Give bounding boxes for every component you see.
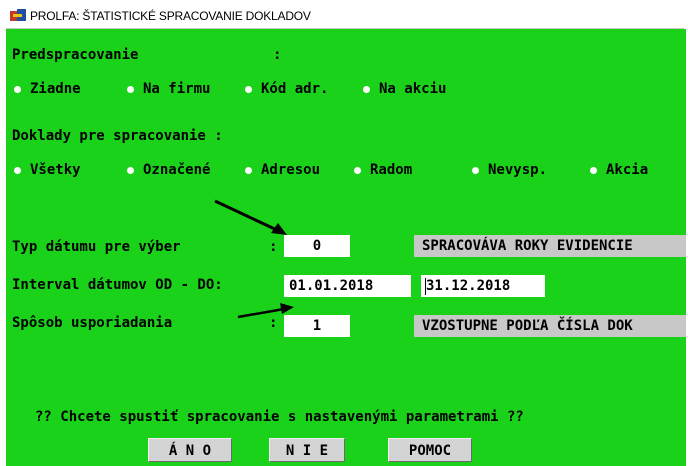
help-button[interactable]: POMOC <box>388 438 472 462</box>
radio-icon <box>363 85 370 93</box>
sort-label: Spôsob usporiadania <box>12 315 173 331</box>
radio-documents-akcia[interactable]: Akcia <box>590 161 648 179</box>
radio-selected-icon <box>14 166 21 174</box>
radio-documents-vsetky[interactable]: Všetky <box>14 161 81 179</box>
date-interval-label: Interval dátumov OD - DO: <box>12 277 223 293</box>
window-title: PROLFA: ŠTATISTICKÉ SPRACOVANIE DOKLADOV <box>30 9 311 23</box>
annotation-arrow-icon <box>214 199 287 235</box>
radio-label: Akcia <box>606 162 649 178</box>
radio-documents-radom[interactable]: Radom <box>354 161 412 179</box>
app-window: PROLFA: ŠTATISTICKÉ SPRACOVANIE DOKLADOV… <box>0 0 686 466</box>
radio-icon <box>472 166 479 174</box>
preprocess-colon: : <box>273 47 282 63</box>
radio-icon <box>245 166 252 174</box>
radio-label: Všetky <box>30 162 81 178</box>
radio-selected-icon <box>14 85 21 93</box>
prolfa-app-icon <box>10 9 26 21</box>
radio-label: Na akciu <box>379 81 447 97</box>
radio-documents-oznacene[interactable]: Označené <box>127 161 210 179</box>
date-type-colon: : <box>269 239 278 255</box>
sort-description: VZOSTUPNE PODĽA ČÍSLA DOK <box>414 315 686 337</box>
sort-input[interactable]: 1 <box>284 315 350 337</box>
documents-label: Doklady pre spracovanie : <box>12 128 223 144</box>
radio-icon <box>245 85 252 93</box>
date-type-description: SPRACOVÁVA ROKY EVIDENCIE <box>414 235 686 257</box>
radio-label: Označené <box>143 162 211 178</box>
text-cursor <box>425 278 426 295</box>
radio-icon <box>127 166 134 174</box>
confirm-prompt: ?? Chcete spustiť spracovanie s nastaven… <box>35 409 524 425</box>
radio-icon <box>127 85 134 93</box>
date-type-label: Typ dátumu pre výber <box>12 239 181 255</box>
radio-preprocess-na-firmu[interactable]: Na firmu <box>127 80 210 98</box>
radio-documents-nevysp[interactable]: Nevysp. <box>472 161 547 179</box>
yes-button[interactable]: Á N O <box>148 438 232 462</box>
date-from-input[interactable]: 01.01.2018 <box>284 275 411 297</box>
no-button[interactable]: N I E <box>269 438 345 462</box>
radio-preprocess-kod-adr[interactable]: Kód adr. <box>245 80 328 98</box>
radio-documents-adresou[interactable]: Adresou <box>245 161 320 179</box>
date-to-input[interactable]: 31.12.2018 <box>421 275 545 297</box>
preprocess-label: Predspracovanie <box>12 47 139 63</box>
radio-label: Kód adr. <box>261 81 329 97</box>
radio-icon <box>354 166 361 174</box>
form-area: Predspracovanie : Ziadne Na firmu Kód ad… <box>6 29 686 466</box>
radio-label: Nevysp. <box>488 162 548 178</box>
radio-label: Ziadne <box>30 81 81 97</box>
radio-icon <box>590 166 597 174</box>
radio-preprocess-ziadne[interactable]: Ziadne <box>14 80 81 98</box>
title-bar: PROLFA: ŠTATISTICKÉ SPRACOVANIE DOKLADOV <box>6 4 684 29</box>
sort-colon: : <box>269 315 278 331</box>
radio-preprocess-na-akciu[interactable]: Na akciu <box>363 80 446 98</box>
radio-label: Na firmu <box>143 81 211 97</box>
date-type-input[interactable]: 0 <box>284 235 350 257</box>
radio-label: Radom <box>370 162 413 178</box>
radio-label: Adresou <box>261 162 321 178</box>
